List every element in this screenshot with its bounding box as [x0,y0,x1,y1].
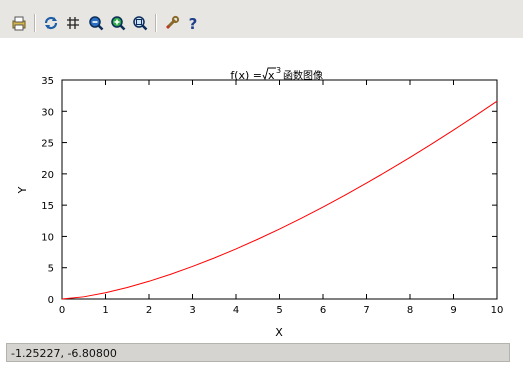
tick-labels: 0 1 2 3 4 5 6 7 8 9 10 0 5 10 15 20 25 30 35 [41,76,503,316]
grid-icon [67,17,79,29]
y-tick-label: 35 [41,76,54,87]
toolbar-separator [155,14,157,32]
y-tick-label: 25 [41,139,54,150]
wrench-icon [165,15,180,30]
print-button[interactable] [8,12,30,34]
function-chart[interactable]: f(x) = x 3 函数图像 0 1 2 3 4 5 6 7 8 9 10051015202530… [0,38,523,340]
x-tick-label: 1 [102,305,108,316]
toolbar-separator [34,14,36,32]
y-tick-label: 0 [48,295,54,306]
cursor-coordinates: -1.25227, -6.80800 [11,347,117,360]
coordinate-status-bar: -1.25227, -6.80800 [6,343,510,362]
svg-text:?: ? [189,15,198,31]
zoom-out-icon [89,16,104,31]
x-tick-label: 7 [363,305,369,316]
x-tick-label: 0 [59,305,65,316]
zoom-fit-button[interactable] [129,12,151,34]
settings-button[interactable] [161,12,183,34]
print-icon [12,16,26,31]
x-tick-label: 8 [407,305,413,316]
zoom-fit-icon [133,16,148,31]
x-tick-label: 2 [146,305,152,316]
x-tick-label: 6 [320,305,326,316]
zoom-in-button[interactable] [107,12,129,34]
refresh-icon [44,16,58,30]
toolbar: ? [0,0,523,38]
y-tick-label: 5 [48,264,54,275]
zoom-out-button[interactable] [85,12,107,34]
series-group [61,100,498,300]
y-tick-label: 20 [41,170,54,181]
x-tick-label: 9 [450,305,456,316]
axis-ticks [61,79,498,300]
title-exponent: 3 [276,66,281,75]
y-tick-label: 15 [41,201,54,212]
x-tick-label: 10 [491,305,504,316]
plot-frame [61,79,498,300]
x-tick-label: 4 [233,305,239,316]
y-tick-label: 30 [41,107,54,118]
help-icon: ? [189,15,198,31]
y-tick-label: 10 [41,232,54,243]
grid-button[interactable] [62,12,84,34]
x-tick-label: 5 [276,305,282,316]
x-axis-label: X [275,326,283,339]
y-axis-label: Y [16,186,29,194]
plot-area[interactable]: f(x) = x 3 函数图像 0 1 2 3 4 5 6 7 8 9 10 0 5 10 15 20 25 30… [0,38,523,340]
zoom-in-icon [111,16,126,31]
refresh-button[interactable] [40,12,62,34]
series-line [61,100,498,300]
help-button[interactable]: ? [182,12,204,34]
x-tick-label: 3 [189,305,195,316]
